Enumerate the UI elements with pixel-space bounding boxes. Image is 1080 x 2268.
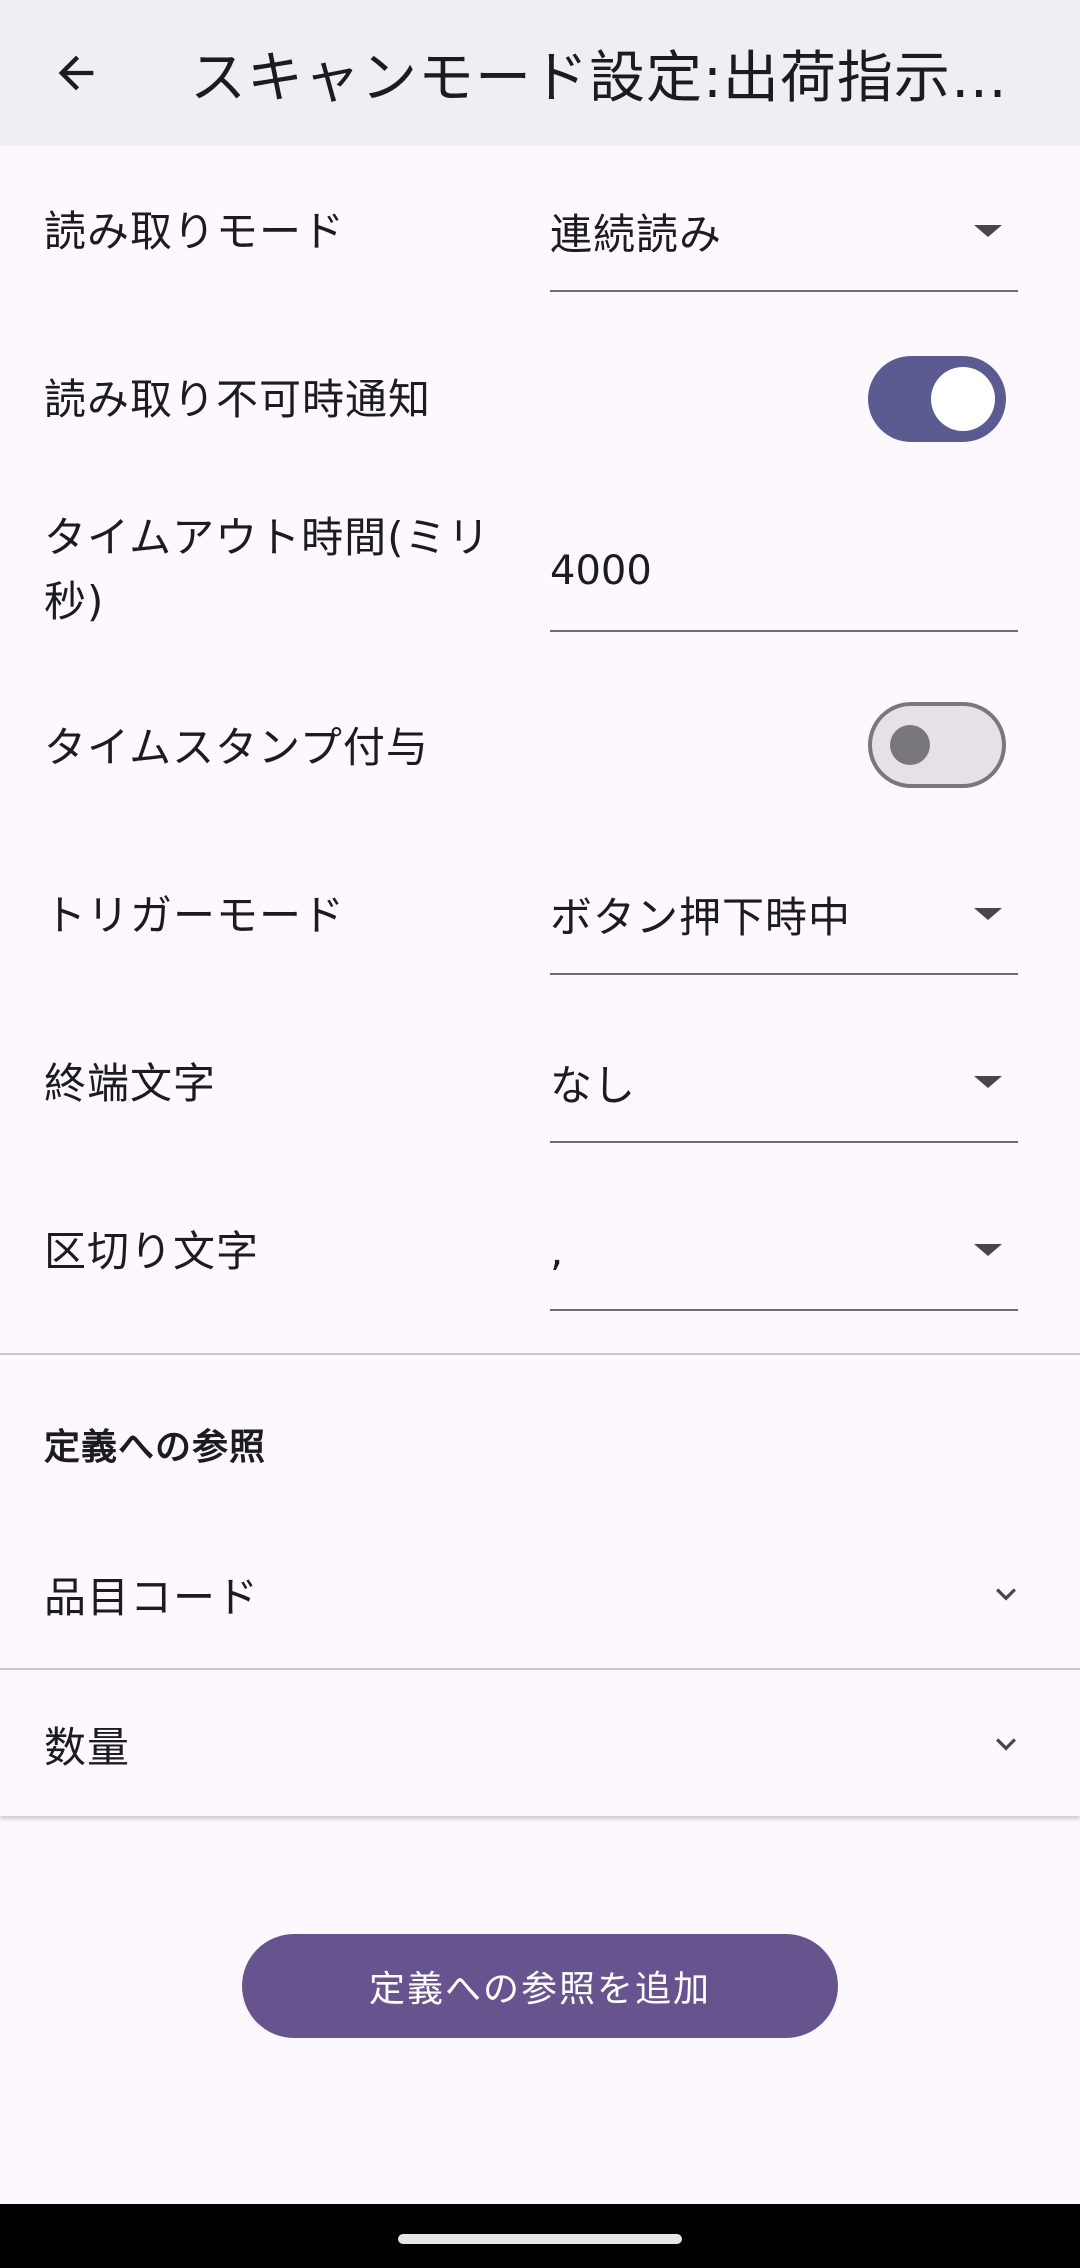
page-title: スキャンモード設定:出荷指示… [190, 45, 1008, 111]
home-indicator[interactable] [398, 2234, 682, 2244]
dropdown-arrow-icon [974, 1076, 1002, 1088]
separator-label: 区切り文字 [44, 1227, 260, 1276]
add-definition-reference-button[interactable]: 定義への参照を追加 [242, 1934, 838, 2038]
app-bar: スキャンモード設定:出荷指示… [0, 0, 1080, 146]
dropdown-arrow-icon [974, 1244, 1002, 1256]
trigger-mode-dropdown[interactable]: ボタン押下時中 [550, 855, 1018, 975]
timeout-label: タイムアウト時間(ミリ秒) [44, 513, 491, 626]
dropdown-arrow-icon [974, 225, 1002, 237]
toggle-knob [931, 367, 995, 431]
read-mode-label: 読み取りモード [44, 207, 346, 256]
definition-panels: 品目コード 数量 [0, 1520, 1080, 1816]
definition-panel-quantity[interactable]: 数量 [0, 1670, 1080, 1818]
unreadable-notify-toggle[interactable] [868, 356, 1006, 442]
system-navigation-bar [0, 2204, 1080, 2268]
terminator-value: なし [550, 1060, 637, 1110]
separator-dropdown[interactable]: , [550, 1191, 1018, 1311]
chevron-down-icon [996, 1738, 1016, 1751]
timeout-input[interactable] [550, 512, 1018, 630]
back-button[interactable] [36, 33, 116, 113]
unreadable-notify-label: 読み取り不可時通知 [44, 375, 432, 424]
timestamp-toggle[interactable] [868, 702, 1006, 788]
definition-panel-label: 品目コード [44, 1572, 260, 1622]
definition-panel-label: 数量 [44, 1722, 131, 1772]
chevron-down-icon [996, 1588, 1016, 1601]
trigger-mode-label: トリガーモード [44, 891, 346, 940]
toggle-knob [890, 725, 930, 765]
terminator-label: 終端文字 [44, 1059, 217, 1108]
dropdown-arrow-icon [974, 908, 1002, 920]
definition-panel-item-code[interactable]: 品目コード [0, 1520, 1080, 1668]
separator-value: , [550, 1225, 565, 1275]
arrow-left-icon [58, 55, 94, 91]
terminator-dropdown[interactable]: なし [550, 1023, 1018, 1143]
trigger-mode-value: ボタン押下時中 [550, 892, 852, 942]
definitions-header: 定義への参照 [44, 1427, 267, 1468]
timestamp-label: タイムスタンプ付与 [44, 723, 429, 772]
read-mode-dropdown[interactable]: 連続読み [550, 172, 1018, 292]
timeout-field[interactable] [550, 512, 1018, 632]
app-screen: スキャンモード設定:出荷指示… 読み取りモード 連続読み 読み取り不可時通知 タ… [0, 0, 1080, 2268]
read-mode-value: 連続読み [550, 209, 723, 259]
section-divider [0, 1353, 1080, 1355]
